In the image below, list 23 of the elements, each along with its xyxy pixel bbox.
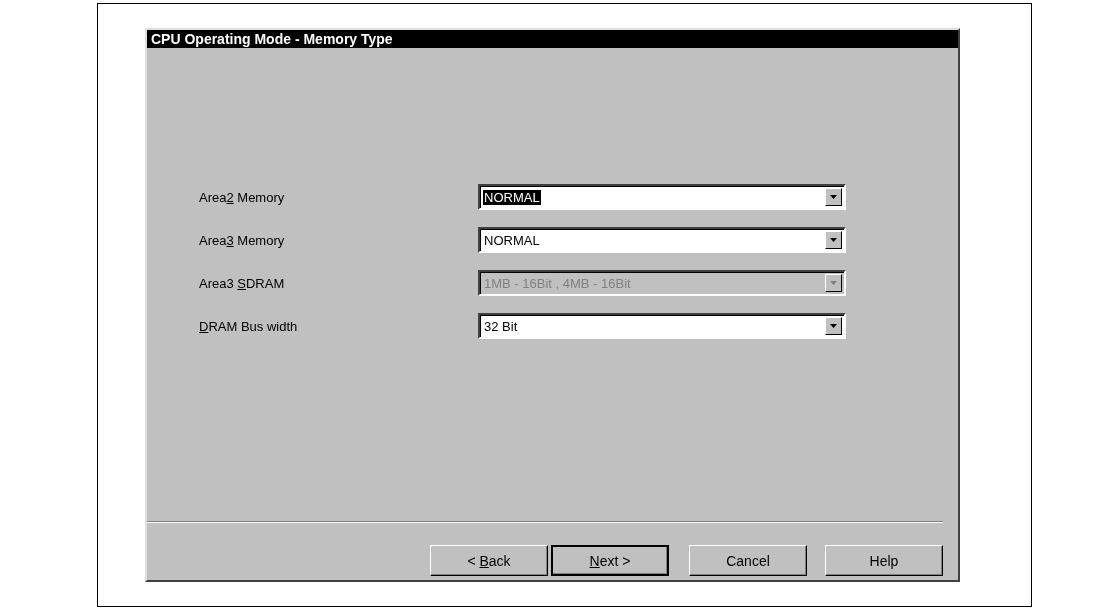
dialog-button[interactable]: Cancel xyxy=(689,545,807,576)
dropdown-field[interactable]: 32 Bit xyxy=(478,313,846,339)
dialog-button[interactable]: < Back xyxy=(430,545,548,576)
dropdown-button[interactable] xyxy=(825,188,842,206)
dropdown-field[interactable]: NORMAL xyxy=(478,184,846,210)
dropdown-value: NORMAL xyxy=(483,189,541,205)
field-label: Area3 SDRAM xyxy=(199,275,286,291)
window-title: CPU Operating Mode - Memory Type xyxy=(147,30,958,48)
caret-icon xyxy=(830,324,837,328)
dropdown-button[interactable] xyxy=(825,317,842,335)
caret-icon xyxy=(830,195,837,199)
field-label: Area2 Memory xyxy=(199,189,286,205)
dropdown-value: 32 Bit xyxy=(483,318,519,334)
dialog-button[interactable]: Next > xyxy=(551,545,669,576)
dropdown-value: 1MB - 16Bit , 4MB - 16Bit xyxy=(483,275,632,291)
dialog-button[interactable]: Help xyxy=(825,545,943,576)
caret-icon xyxy=(830,238,837,242)
field-label: DRAM Bus width xyxy=(199,318,299,334)
field-label: Area3 Memory xyxy=(199,232,286,248)
dropdown-field[interactable]: NORMAL xyxy=(478,227,846,253)
dropdown-button[interactable] xyxy=(825,231,842,249)
caret-icon xyxy=(830,281,837,285)
dropdown-value: NORMAL xyxy=(483,232,541,248)
